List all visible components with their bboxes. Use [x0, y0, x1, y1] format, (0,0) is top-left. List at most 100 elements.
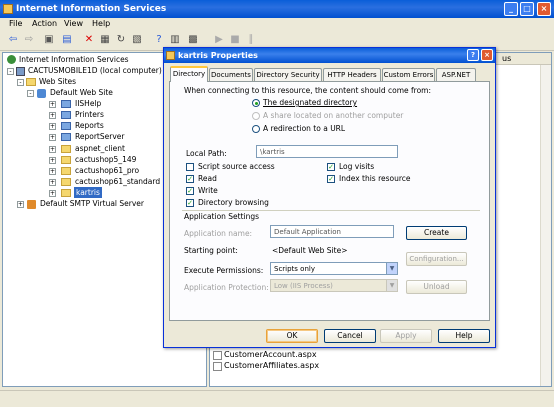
window-title: Internet Information Services	[16, 4, 167, 14]
exec-permissions-select[interactable]: Scripts only ▼	[270, 262, 398, 275]
dialog-title: kartris Properties	[178, 51, 258, 60]
expand-icon[interactable]: +	[49, 168, 56, 175]
directory-browsing-label: Directory browsing	[198, 198, 269, 207]
tree-item-cactushop5[interactable]: cactushop5_149	[75, 154, 136, 165]
up-folder-icon[interactable]: ▣	[42, 33, 56, 47]
tab-directory-security[interactable]: Directory Security	[254, 68, 322, 81]
checkbox-index-resource[interactable]: ✓	[327, 175, 335, 183]
checkbox-script-source[interactable]	[186, 163, 194, 171]
apply-button[interactable]: Apply	[380, 329, 432, 343]
menu-view[interactable]: View	[64, 19, 83, 28]
dialog-icon	[166, 51, 175, 60]
expand-icon[interactable]: +	[17, 201, 24, 208]
cancel-button[interactable]: Cancel	[324, 329, 376, 343]
statusbar	[0, 390, 554, 407]
local-path-field[interactable]: \kartris	[256, 145, 398, 158]
app-protection-select[interactable]: Low (IIS Process) ▼	[270, 279, 398, 292]
checkbox-write[interactable]: ✓	[186, 187, 194, 195]
tree-item-cactushop61-pro[interactable]: cactushop61_pro	[75, 165, 139, 176]
menu-action[interactable]: Action	[32, 19, 57, 28]
menubar: File Action View Help	[0, 18, 554, 31]
unload-button[interactable]: Unload	[406, 280, 467, 294]
expand-icon[interactable]: +	[49, 157, 56, 164]
help-icon[interactable]: ?	[152, 33, 166, 47]
ok-button[interactable]: OK	[266, 329, 318, 343]
expand-icon[interactable]: +	[49, 134, 56, 141]
starting-point-label: Starting point:	[184, 246, 238, 255]
pause-icon[interactable]: ∥	[244, 33, 258, 47]
tree-item-iishelp[interactable]: IISHelp	[75, 98, 101, 109]
tree-root[interactable]: Internet Information Services	[19, 54, 129, 65]
folder-icon	[61, 189, 71, 197]
radio-designated-directory[interactable]	[252, 99, 260, 107]
collapse-icon[interactable]: -	[7, 68, 14, 75]
menu-file[interactable]: File	[9, 19, 22, 28]
checkbox-directory-browsing[interactable]: ✓	[186, 199, 194, 207]
tree-websites[interactable]: Web Sites	[39, 76, 76, 87]
console-icon[interactable]: ▥	[168, 33, 182, 47]
tree-default-website[interactable]: Default Web Site	[50, 87, 113, 98]
export-icon[interactable]: ▧	[130, 33, 144, 47]
folder-icon	[26, 78, 36, 86]
forward-icon[interactable]: ⇨	[22, 33, 36, 47]
dialog-help-button[interactable]: ?	[467, 49, 479, 61]
menu-help[interactable]: Help	[92, 19, 110, 28]
tab-custom-errors[interactable]: Custom Errors	[382, 68, 435, 81]
expand-icon[interactable]: +	[49, 101, 56, 108]
divider	[182, 210, 480, 211]
tab-aspnet[interactable]: ASP.NET	[436, 68, 476, 81]
help-button[interactable]: Help	[438, 329, 490, 343]
list-header-fragment: us	[502, 54, 512, 63]
collapse-icon[interactable]: -	[27, 90, 34, 97]
tree-item-printers[interactable]: Printers	[75, 109, 104, 120]
expand-icon[interactable]: +	[49, 146, 56, 153]
tree-item-kartris[interactable]: kartris	[74, 187, 102, 198]
tree-item-aspnet-client[interactable]: aspnet_client	[75, 143, 125, 154]
chevron-down-icon[interactable]: ▼	[386, 263, 397, 274]
tab-directory[interactable]: Directory	[170, 66, 208, 82]
tree-item-reportserver[interactable]: ReportServer	[75, 131, 124, 142]
tab-http-headers[interactable]: HTTP Headers	[323, 68, 381, 81]
create-button[interactable]: Create	[406, 226, 467, 240]
tree-item-cactushop61-standard[interactable]: cactushop61_standard	[75, 176, 160, 187]
expand-icon[interactable]: +	[49, 123, 56, 130]
close-button[interactable]: ×	[537, 2, 551, 16]
app-protection-value: Low (IIS Process)	[274, 282, 333, 290]
tree-item-reports[interactable]: Reports	[75, 120, 104, 131]
minimize-button[interactable]: _	[504, 2, 518, 16]
app-name-field[interactable]: Default Application	[270, 225, 394, 238]
expand-icon[interactable]: +	[49, 179, 56, 186]
file-item[interactable]: CustomerAffiliates.aspx	[224, 361, 319, 370]
back-icon[interactable]: ⇦	[6, 33, 20, 47]
expand-icon[interactable]: +	[49, 112, 56, 119]
file-item[interactable]: CustomerAccount.aspx	[224, 350, 317, 359]
configuration-button[interactable]: Configuration...	[406, 252, 467, 266]
tab-documents[interactable]: Documents	[209, 68, 253, 81]
play-icon[interactable]: ▶	[212, 33, 226, 47]
properties-icon[interactable]: ▦	[98, 33, 112, 47]
dialog-close-button[interactable]: ×	[481, 49, 493, 61]
tree-computer[interactable]: CACTUSMOBILE1D (local computer)	[28, 65, 162, 76]
delete-icon[interactable]: ✕	[82, 33, 96, 47]
index-resource-label: Index this resource	[339, 174, 411, 183]
expand-icon[interactable]: +	[49, 190, 56, 197]
show-hide-tree-icon[interactable]: ▤	[60, 33, 74, 47]
refresh-icon[interactable]: ↻	[114, 33, 128, 47]
checkbox-log-visits[interactable]: ✓	[327, 163, 335, 171]
app-protection-label: Application Protection:	[184, 283, 269, 292]
folder-icon	[61, 167, 71, 175]
tree-smtp-server[interactable]: Default SMTP Virtual Server	[40, 198, 144, 209]
vertical-scrollbar[interactable]	[540, 65, 551, 386]
radio-redirection-url-label: A redirection to a URL	[263, 124, 346, 133]
chevron-down-icon[interactable]: ▼	[386, 280, 397, 291]
write-label: Write	[198, 186, 218, 195]
stop-icon[interactable]: ■	[228, 33, 242, 47]
collapse-icon[interactable]: -	[17, 79, 24, 86]
folder-icon	[61, 145, 71, 153]
checkbox-read[interactable]: ✓	[186, 175, 194, 183]
radio-redirection-url[interactable]	[252, 125, 260, 133]
radio-share-location[interactable]	[252, 112, 260, 120]
computer-icon[interactable]: ▩	[186, 33, 200, 47]
app-settings-heading: Application Settings	[184, 212, 260, 221]
maximize-button[interactable]: □	[520, 2, 534, 16]
